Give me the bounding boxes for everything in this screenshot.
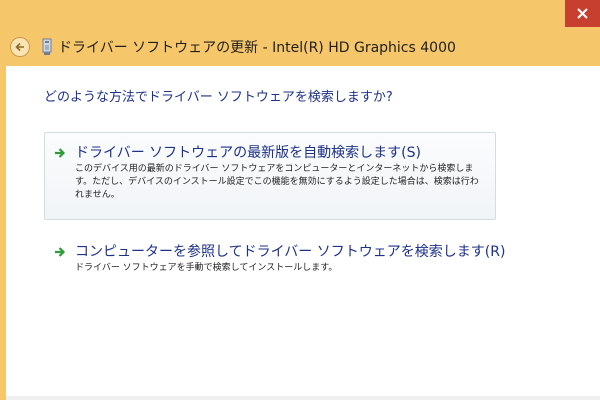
title-bar: ドライバー ソフトウェアの更新 - Intel(R) HD Graphics 4… <box>0 0 600 66</box>
auto-search-description: このデバイス用の最新のドライバー ソフトウェアをコンピューターとインターネットか… <box>75 164 479 200</box>
device-driver-icon <box>42 38 52 55</box>
back-button[interactable] <box>10 37 30 57</box>
page-heading: どのような方法でドライバー ソフトウェアを検索しますか? <box>44 90 393 105</box>
back-arrow-icon <box>15 42 24 52</box>
browse-computer-title: コンピューターを参照してドライバー ソフトウェアを検索します(R) <box>75 244 506 260</box>
window-title: ドライバー ソフトウェアの更新 - Intel(R) HD Graphics 4… <box>58 40 456 56</box>
close-icon <box>577 8 588 19</box>
content-panel: どのような方法でドライバー ソフトウェアを検索しますか? ドライバー ソフトウェ… <box>6 66 600 400</box>
update-driver-window: ドライバー ソフトウェアの更新 - Intel(R) HD Graphics 4… <box>0 0 600 400</box>
close-button[interactable] <box>565 0 600 27</box>
browse-computer-description: ドライバー ソフトウェアを手動で検索してインストールします。 <box>75 263 338 273</box>
footer-divider <box>6 396 600 400</box>
auto-search-title: ドライバー ソフトウェアの最新版を自動検索します(S) <box>75 145 421 161</box>
green-arrow-icon <box>55 247 66 257</box>
browse-computer-option[interactable]: コンピューターを参照してドライバー ソフトウェアを検索します(R) ドライバー … <box>44 236 505 282</box>
auto-search-option[interactable]: ドライバー ソフトウェアの最新版を自動検索します(S) このデバイス用の最新のド… <box>44 132 496 220</box>
green-arrow-icon <box>55 148 66 158</box>
